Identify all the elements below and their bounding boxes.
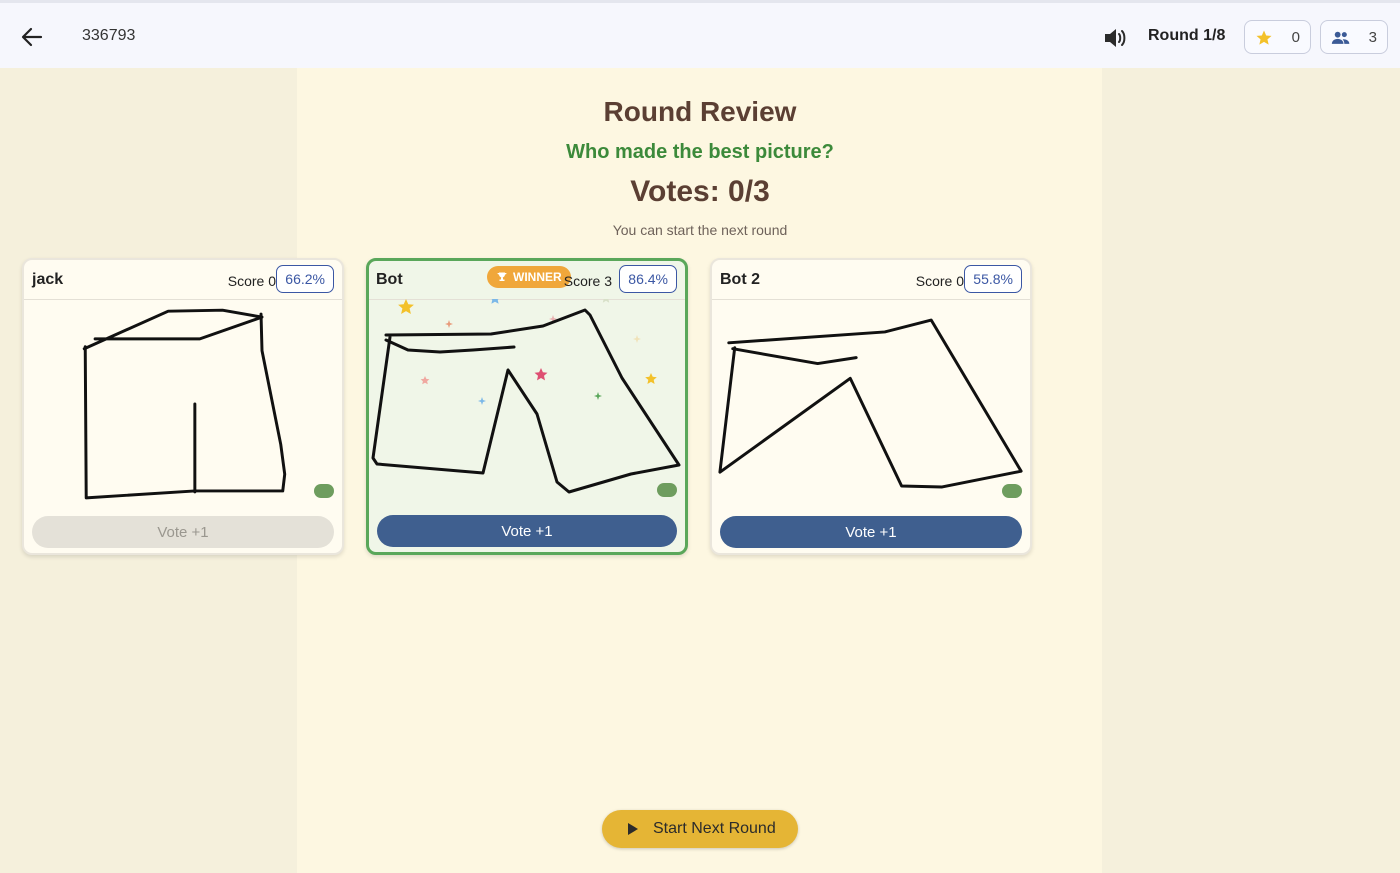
drawing-card-bot: Bot WINNER Score 3 86.4% Vote +1 [366,258,688,555]
winner-badge: WINNER [487,266,571,288]
review-question: Who made the best picture? [566,141,834,163]
status-dot [657,483,677,497]
stars-counter: 0 [1244,20,1311,54]
vote-button[interactable]: Vote +1 [720,516,1022,548]
similarity-badge: 66.2% [276,265,334,293]
round-indicator: Round 1/8 [1148,27,1226,44]
start-next-round-label: Start Next Round [653,820,776,837]
card-header: Bot 2 Score 0 55.8% [712,260,1030,300]
similarity-badge: 86.4% [619,265,677,293]
drawing-canvas [718,318,1023,489]
round-hint: You can start the next round [612,222,788,238]
play-icon [628,823,638,835]
player-score: Score 3 [563,273,612,289]
vote-button[interactable]: Vote +1 [377,515,677,547]
trophy-icon [497,272,507,281]
drawing-card-jack: jack Score 0 66.2% Vote +1 [22,258,344,555]
people-icon [1331,29,1350,47]
player-score: Score 0 [227,273,276,289]
drawing-card-bot-2: Bot 2 Score 0 55.8% Vote +1 [710,258,1032,555]
players-count: 3 [1368,29,1377,46]
votes-counter: Votes: 0/3 [630,175,770,208]
star-icon [1255,29,1273,47]
speaker-icon[interactable] [1102,25,1128,51]
card-header: jack Score 0 66.2% [24,260,342,300]
room-code: 336793 [82,27,136,44]
winner-label: WINNER [513,270,562,284]
stars-count: 0 [1291,29,1300,46]
back-arrow-icon[interactable] [20,25,44,49]
drawing-canvas [82,308,287,500]
player-name: jack [32,271,64,288]
top-bar: 336793 Round 1/8 0 3 [0,0,1400,68]
status-dot [314,484,334,498]
player-score: Score 0 [915,273,964,289]
similarity-badge: 55.8% [964,265,1022,293]
page-title: Round Review [603,96,797,127]
player-name: Bot [376,271,403,288]
card-header: Bot WINNER Score 3 86.4% [369,260,685,300]
players-counter[interactable]: 3 [1320,20,1388,54]
drawing-canvas [371,299,681,494]
start-next-round-button[interactable]: Start Next Round [602,810,798,848]
player-name: Bot 2 [720,271,760,288]
vote-button[interactable]: Vote +1 [32,516,334,548]
status-dot [1002,484,1022,498]
